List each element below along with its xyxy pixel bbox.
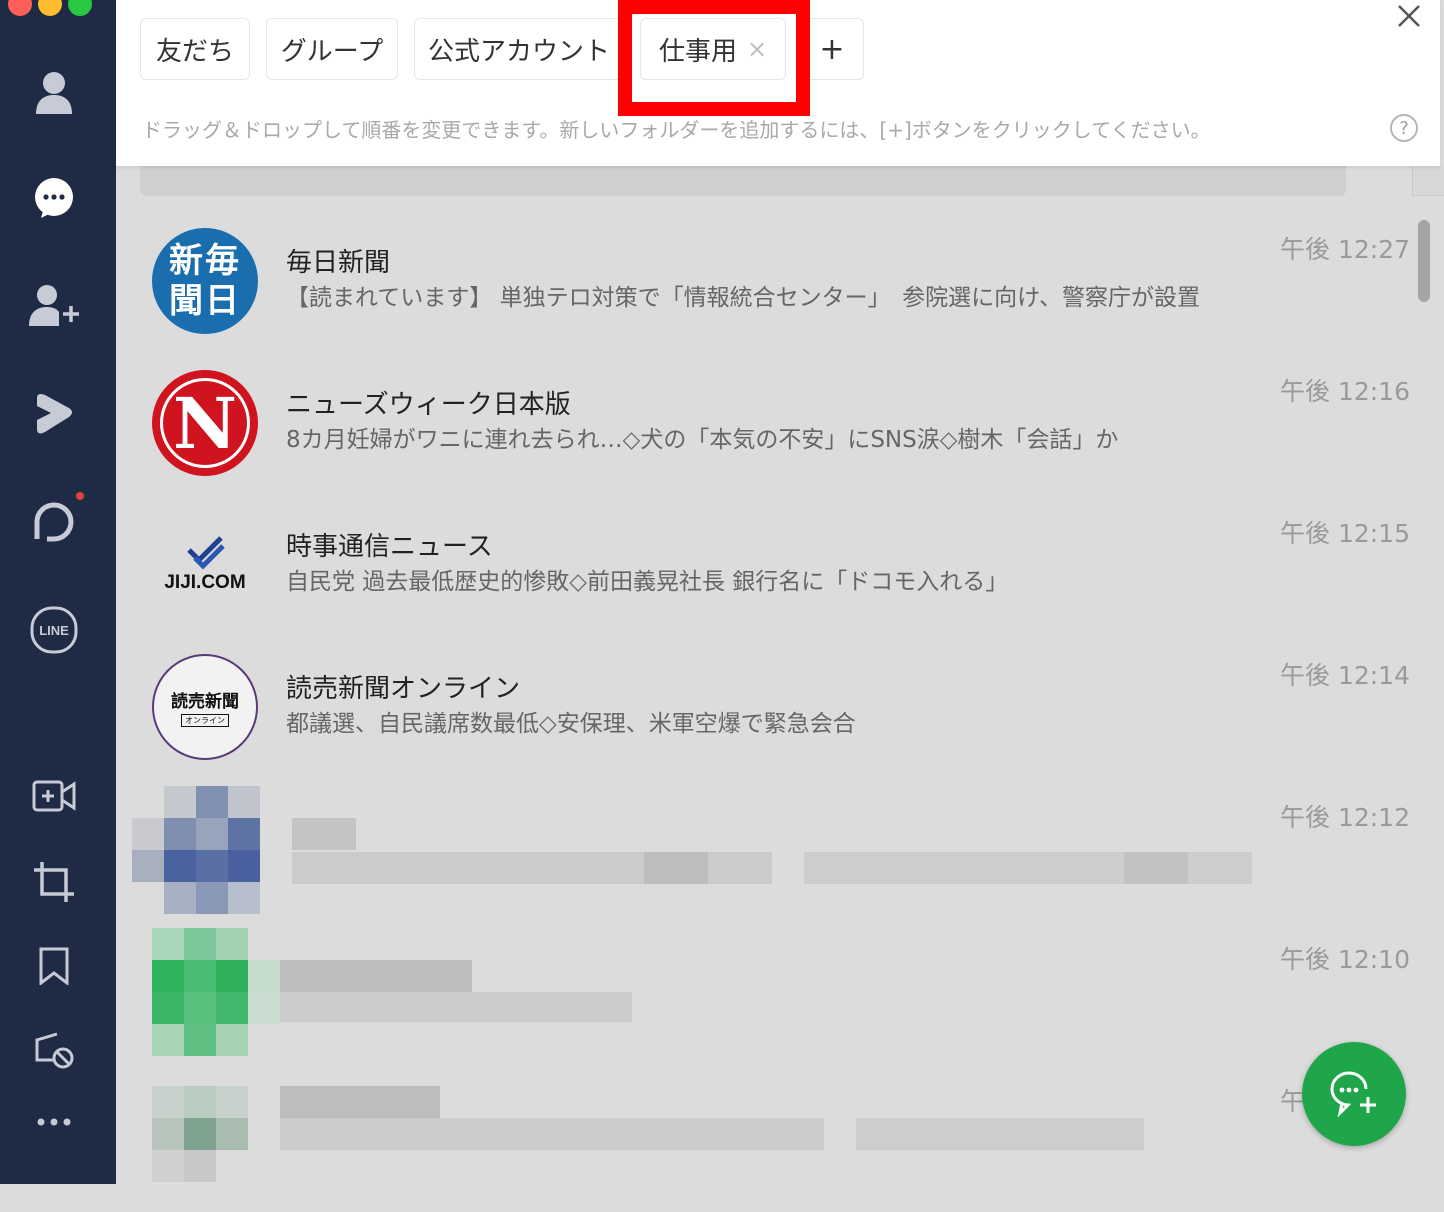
- add-friend-icon[interactable]: [28, 280, 80, 332]
- chat-name: ニューズウィーク日本版: [286, 390, 571, 420]
- avatar-text: 読売新聞: [171, 692, 239, 712]
- chat-name: 読売新聞オンライン: [286, 674, 521, 704]
- close-window-button[interactable]: [8, 0, 32, 16]
- folder-tab-label: 公式アカウント: [427, 36, 610, 67]
- chat-row-blurred[interactable]: 午後 12:12: [116, 786, 1416, 928]
- avatar-text: 新毎聞日: [169, 241, 241, 321]
- avatar: N: [152, 370, 258, 476]
- notification-dot: [76, 492, 84, 500]
- chat-row[interactable]: 新毎聞日 毎日新聞 【読まれています】 単独テロ対策で「情報統合センター」 参院…: [116, 218, 1416, 360]
- chat-message: 8カ月妊婦がワニに連れ去られ…◇犬の「本気の不安」にSNS涙◇樹木「会話」か: [286, 427, 1119, 453]
- chat-time: 午後 12:14: [1280, 661, 1410, 690]
- new-chat-icon: [1330, 1071, 1376, 1117]
- chat-row[interactable]: 読売新聞 オンライン 読売新聞オンライン 都議選、自民議席数最低◇安保理、米軍空…: [116, 644, 1416, 786]
- line-icon-label: LINE: [39, 623, 69, 638]
- chat-time: 午: [1280, 1087, 1306, 1116]
- chat-time: 午後 12:27: [1280, 235, 1410, 264]
- avatar: 読売新聞 オンライン: [152, 654, 258, 760]
- jiji-logo-icon: [187, 536, 225, 570]
- chat-message: 都議選、自民議席数最低◇安保理、米軍空爆で緊急会合: [286, 711, 856, 737]
- voom-icon[interactable]: [28, 388, 80, 440]
- minimize-window-button[interactable]: [38, 0, 62, 16]
- line-icon[interactable]: LINE: [28, 604, 80, 656]
- chat-row-blurred[interactable]: 午: [116, 1070, 1416, 1212]
- folder-tab-label: グループ: [280, 36, 384, 67]
- folder-tab-groups[interactable]: グループ: [266, 18, 398, 80]
- news-icon[interactable]: [28, 496, 80, 548]
- close-icon[interactable]: [1394, 0, 1424, 34]
- chats-icon[interactable]: [28, 172, 80, 224]
- pixelated-avatar: [132, 786, 260, 914]
- chat-name: 毎日新聞: [286, 248, 391, 278]
- bookmark-icon[interactable]: [28, 940, 80, 992]
- avatar: 新毎聞日: [152, 228, 258, 334]
- friends-icon[interactable]: [28, 66, 80, 118]
- crop-icon[interactable]: [28, 856, 80, 908]
- add-folder-label: +: [819, 31, 845, 67]
- window-controls: [8, 0, 92, 16]
- chat-time: 午後 12:10: [1280, 945, 1410, 974]
- avatar-subtext: オンライン: [181, 714, 229, 727]
- folder-tab-label: 友だち: [155, 36, 234, 67]
- pixelated-avatar: [152, 928, 280, 1056]
- chat-message: 自民党 過去最低歴史的惨敗◇前田義晃社長 銀行名に「ドコモ入れる」: [286, 569, 1009, 595]
- chat-time: 午後 12:16: [1280, 377, 1410, 406]
- sort-button[interactable]: [1412, 166, 1444, 196]
- chat-row[interactable]: JIJI.COM 時事通信ニュース 自民党 過去最低歴史的惨敗◇前田義晃社長 銀…: [116, 502, 1416, 644]
- avatar: JIJI.COM: [152, 512, 258, 618]
- avatar-text: JIJI.COM: [164, 572, 246, 593]
- chat-time: 午後 12:12: [1280, 803, 1410, 832]
- sidebar: LINE: [0, 0, 116, 1184]
- more-icon[interactable]: [28, 1096, 80, 1148]
- folder-tab-friends[interactable]: 友だち: [140, 18, 250, 80]
- folder-hint-text: ドラッグ＆ドロップして順番を変更できます。新しいフォルダーを追加するには、[+]…: [142, 118, 1211, 142]
- chat-message: 【読まれています】 単独テロ対策で「情報統合センター」 参院選に向け、警察庁が設…: [286, 285, 1200, 311]
- video-call-icon[interactable]: [28, 770, 80, 822]
- block-icon[interactable]: [28, 1024, 80, 1076]
- search-input[interactable]: [140, 166, 1346, 196]
- zoom-window-button[interactable]: [68, 0, 92, 16]
- chat-row-blurred[interactable]: 午後 12:10: [116, 928, 1416, 1070]
- pixelated-avatar: [152, 1086, 248, 1182]
- highlight-box: [618, 0, 810, 116]
- folder-tab-official[interactable]: 公式アカウント: [414, 18, 624, 80]
- chat-name: 時事通信ニュース: [286, 532, 493, 562]
- chat-time: 午後 12:15: [1280, 519, 1410, 548]
- avatar-text: N: [173, 381, 237, 465]
- chat-row[interactable]: N ニューズウィーク日本版 8カ月妊婦がワニに連れ去られ…◇犬の「本気の不安」に…: [116, 360, 1416, 502]
- new-chat-button[interactable]: [1302, 1042, 1406, 1146]
- scrollbar-thumb[interactable]: [1418, 220, 1430, 302]
- help-icon[interactable]: ?: [1390, 114, 1418, 142]
